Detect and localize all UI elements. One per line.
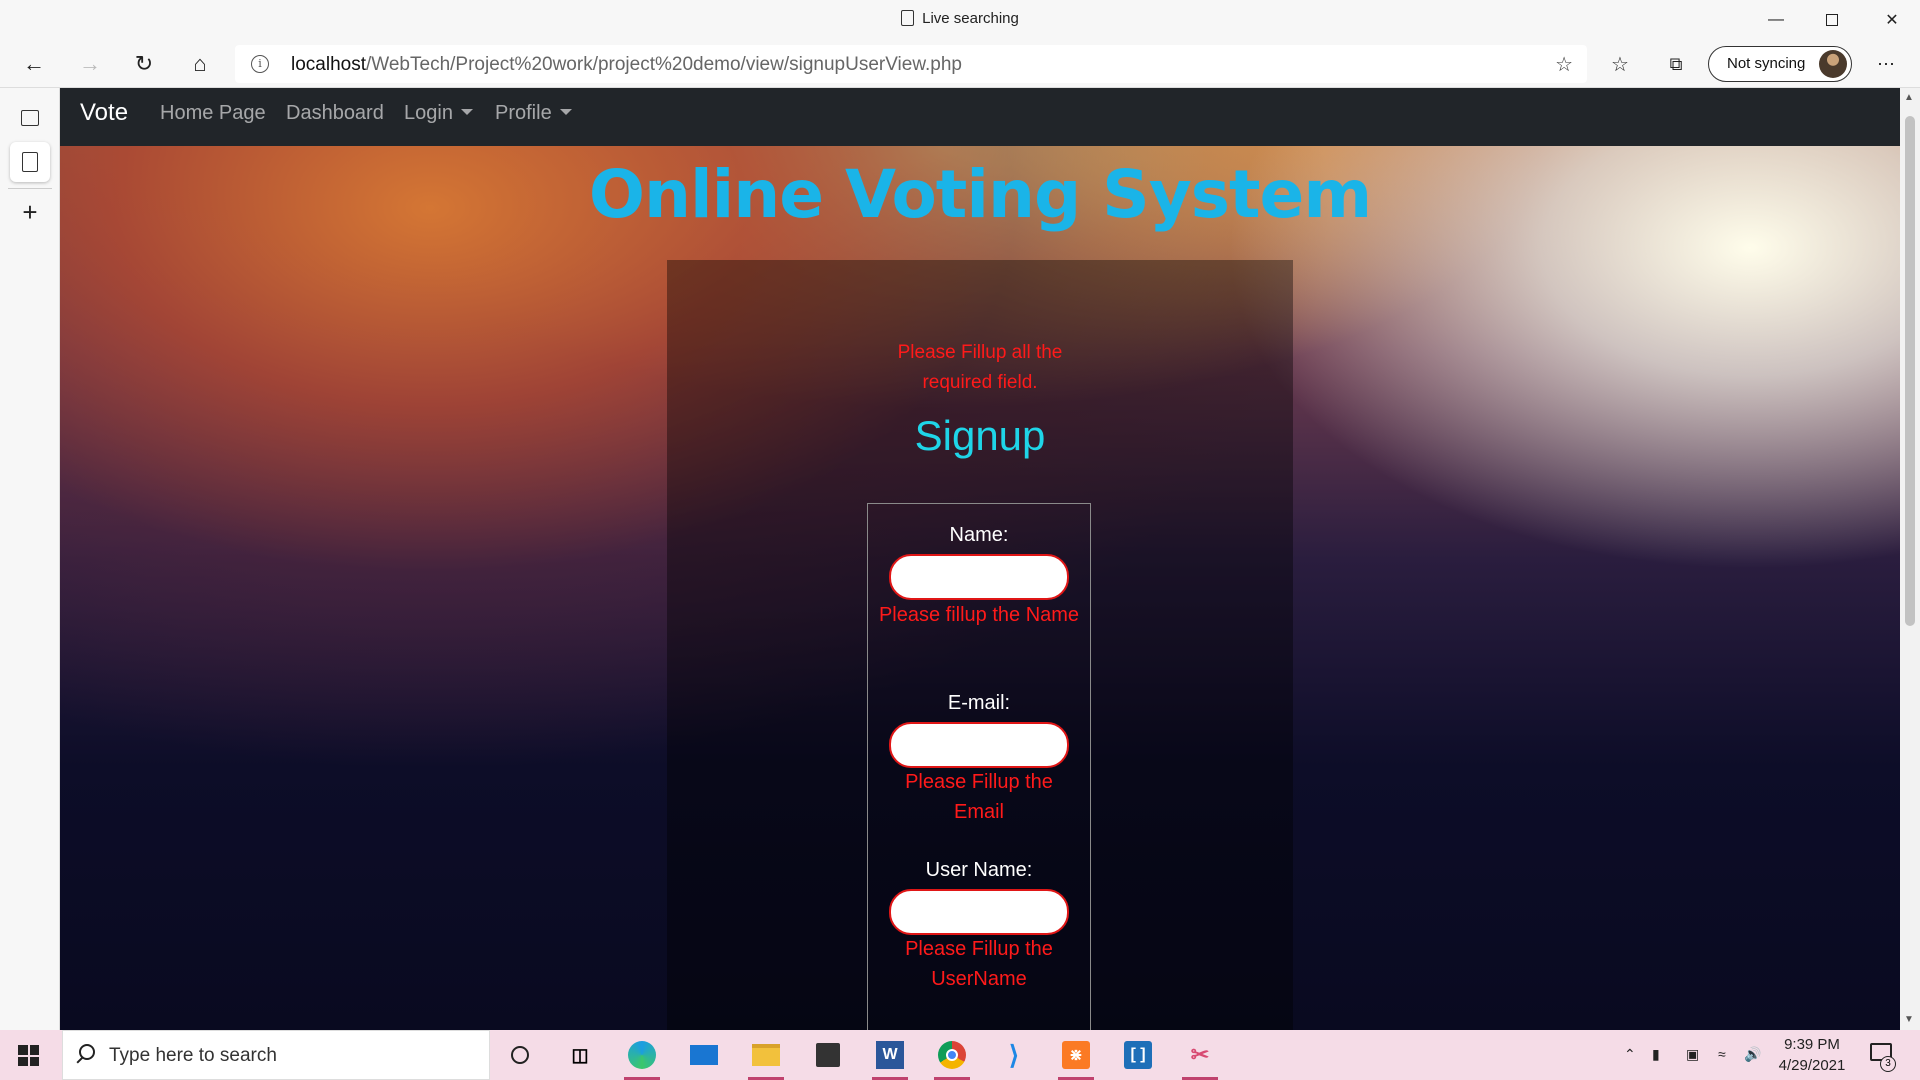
brand-link[interactable]: Vote	[80, 99, 128, 127]
taskbar-search[interactable]: Type here to search	[62, 1030, 490, 1080]
close-button[interactable]: ✕	[1864, 0, 1920, 40]
favorites-icon[interactable]: ☆	[1602, 46, 1638, 82]
scroll-down-icon[interactable]: ▼	[1904, 1014, 1914, 1025]
task-view-icon[interactable]: ◫	[562, 1038, 598, 1072]
vertical-tabs-panel: +	[0, 88, 60, 1030]
name-input[interactable]	[889, 554, 1069, 600]
page-viewport: Vote Home Page Dashboard Login Profile O…	[60, 88, 1900, 1030]
clock-time: 9:39 PM	[1784, 1036, 1840, 1053]
name-label: Name:	[949, 524, 1009, 546]
nav-login-dropdown[interactable]: Login	[404, 102, 473, 125]
edge-icon[interactable]	[624, 1038, 660, 1072]
nav-profile-dropdown[interactable]: Profile	[495, 102, 572, 125]
home-icon[interactable]: ⌂	[182, 46, 218, 82]
system-clock[interactable]: 9:39 PM 4/29/2021	[1762, 1034, 1862, 1076]
username-error: Please Fillup the UserName	[905, 938, 1053, 990]
name-error: Please fillup the Name	[878, 604, 1080, 626]
address-bar[interactable]: i localhost/WebTech/Project%20work/proje…	[235, 45, 1587, 83]
mail-icon[interactable]	[686, 1038, 722, 1072]
nav-home-page[interactable]: Home Page	[160, 102, 266, 125]
page-title: Online Voting System	[588, 156, 1372, 233]
windows-start-icon[interactable]	[18, 1045, 39, 1066]
tab-actions-icon[interactable]	[10, 98, 50, 138]
caret-down-icon	[460, 109, 473, 115]
file-explorer-icon[interactable]	[748, 1038, 784, 1072]
page-scrollbar[interactable]: ▲ ▼	[1900, 88, 1920, 1030]
profile-sync-button[interactable]: Not syncing	[1708, 46, 1852, 82]
refresh-icon[interactable]: ↻	[126, 46, 162, 82]
scroll-up-icon[interactable]: ▲	[1904, 92, 1914, 103]
avatar	[1819, 50, 1847, 78]
xampp-icon[interactable]: ⋇	[1058, 1038, 1094, 1072]
scrollbar-thumb[interactable]	[1905, 116, 1915, 626]
tab-live-searching[interactable]	[10, 142, 50, 182]
caret-down-icon	[559, 109, 572, 115]
email-input[interactable]	[889, 722, 1069, 768]
vscode-icon[interactable]: ⟩	[996, 1038, 1032, 1072]
username-label: User Name:	[925, 859, 1033, 881]
more-options-icon[interactable]: ⋯	[1868, 46, 1904, 82]
email-label: E-mail:	[947, 692, 1011, 714]
snipping-tool-icon[interactable]: ✂	[1182, 1038, 1218, 1072]
back-icon[interactable]: ←	[16, 46, 52, 82]
page-icon	[901, 10, 915, 26]
volume-icon[interactable]: 🔊	[1744, 1046, 1761, 1063]
username-input[interactable]	[889, 889, 1069, 935]
word-icon[interactable]: W	[872, 1038, 908, 1072]
meet-now-icon[interactable]: ▣	[1686, 1046, 1699, 1063]
window-title-bar: Live searching — ✕	[0, 0, 1920, 40]
minimize-button[interactable]: —	[1748, 0, 1804, 40]
browser-toolbar: ← → ↻ ⌂ i localhost/WebTech/Project%20wo…	[0, 40, 1920, 88]
brackets-icon[interactable]: [ ]	[1120, 1038, 1156, 1072]
restore-button[interactable]	[1804, 0, 1860, 40]
form-error-message: Please Fillup all the required field.	[897, 342, 1063, 393]
store-icon[interactable]	[810, 1038, 846, 1072]
collections-icon[interactable]: ⧉	[1658, 46, 1694, 82]
notification-count-badge: 3	[1880, 1056, 1896, 1072]
divider	[8, 188, 52, 189]
windows-taskbar: Type here to search ◫ W ⟩ ⋇ [ ] ✂ ⌃ ▮ ▣ …	[0, 1030, 1920, 1080]
signup-panel: Please Fillup all the required field. Si…	[667, 260, 1293, 1030]
search-icon	[79, 1044, 95, 1060]
forward-icon[interactable]: →	[72, 46, 108, 82]
chrome-icon[interactable]	[934, 1038, 970, 1072]
battery-icon[interactable]: ▮	[1652, 1046, 1660, 1063]
signup-form: Name: Please fillup the Name E-mail: Ple…	[867, 503, 1091, 1030]
new-tab-icon[interactable]: +	[10, 192, 50, 232]
nav-dashboard[interactable]: Dashboard	[286, 102, 384, 125]
info-icon[interactable]: i	[251, 55, 269, 73]
show-hidden-icons-icon[interactable]: ⌃	[1624, 1046, 1636, 1063]
cortana-icon[interactable]	[502, 1038, 538, 1072]
site-navbar: Vote Home Page Dashboard Login Profile	[60, 88, 1900, 146]
add-favorite-icon[interactable]: ☆	[1555, 52, 1573, 77]
page-icon	[22, 152, 38, 172]
signup-title: Signup	[914, 412, 1046, 459]
window-title: Live searching	[0, 10, 1920, 27]
wifi-icon[interactable]: ≈	[1718, 1046, 1726, 1062]
email-error: Please Fillup the Email	[905, 771, 1053, 823]
url-text[interactable]: localhost/WebTech/Project%20work/project…	[291, 54, 962, 76]
clock-date: 4/29/2021	[1778, 1057, 1846, 1074]
